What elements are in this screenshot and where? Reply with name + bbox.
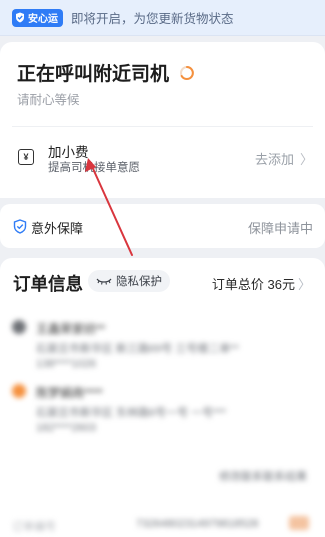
banner-text: 即将开启，为您更新货物状态 xyxy=(71,12,234,26)
shield-check-icon xyxy=(15,12,25,23)
receiver-phone: 182****2603 xyxy=(36,422,96,434)
status-title-text: 正在呼叫附近司机 xyxy=(17,64,170,85)
privacy-label: 隐私保护 xyxy=(116,276,162,288)
status-subtitle: 请耐心等候 xyxy=(17,93,80,107)
order-status-card: 正在呼叫附近司机 请耐心等候 ¥ 加小费 提高司机接单意愿 去添加 〉 xyxy=(0,42,325,198)
closed-eye-icon xyxy=(96,278,112,285)
order-number: 73264802314979818528 xyxy=(136,518,259,530)
add-tip-title: 加小费 xyxy=(48,145,89,160)
order-number-label: 订单编号 xyxy=(12,521,56,533)
status-title: 正在呼叫附近司机 xyxy=(17,59,195,86)
shield-check-icon xyxy=(13,219,27,234)
order-info-title: 订单信息 xyxy=(13,274,83,294)
order-info-card: 订单信息 隐私保护 订单总价 36元 〉 王鑫荣家纺** 石家庄市新华区 新三路… xyxy=(0,258,325,537)
blurred-order-details: 王鑫荣家纺** 石家庄市新华区 新三路69号 三号楼二单** 138****10… xyxy=(0,308,325,537)
badge-label: 安心运 xyxy=(28,14,58,25)
add-tip-subtitle: 提高司机接单意愿 xyxy=(48,162,140,174)
loading-spinner-icon xyxy=(180,65,195,80)
sender-phone: 138****1026 xyxy=(36,358,96,370)
copy-button[interactable] xyxy=(289,516,309,530)
chevron-right-icon: 〉 xyxy=(299,152,313,167)
chevron-right-icon[interactable]: 〉 xyxy=(298,274,311,293)
order-total-price[interactable]: 订单总价 36元 xyxy=(212,274,295,293)
divider xyxy=(12,126,313,127)
receiver-dot xyxy=(12,384,26,398)
yuan-icon: ¥ xyxy=(18,149,34,165)
anxinyun-badge: 安心运 xyxy=(12,8,63,27)
insurance-card[interactable]: 意外保障 保障申请中 xyxy=(0,204,325,248)
privacy-protection-button[interactable]: 隐私保护 xyxy=(88,270,170,292)
add-tip-button-label: 去添加 xyxy=(254,152,294,167)
add-tip-row[interactable]: ¥ 加小费 提高司机接单意愿 去添加 〉 xyxy=(0,138,325,178)
modify-contact-link[interactable]: 修改联系联系结果 xyxy=(219,468,307,484)
insurance-label: 意外保障 xyxy=(31,221,84,236)
sender-dot xyxy=(12,320,26,334)
top-notice-banner[interactable]: 安心运 即将开启，为您更新货物状态 xyxy=(0,0,325,36)
add-tip-button[interactable]: 去添加 〉 xyxy=(255,149,313,168)
receiver-address: 石家庄市新华区 东林路6号一号 一号*** xyxy=(36,407,227,419)
receiver-name: 陈梦娟商**** xyxy=(36,386,103,400)
sender-name: 王鑫荣家纺** xyxy=(36,322,106,336)
insurance-status: 保障申请中 xyxy=(247,221,313,236)
sender-address: 石家庄市新华区 新三路69号 三号楼二单** xyxy=(36,343,239,355)
